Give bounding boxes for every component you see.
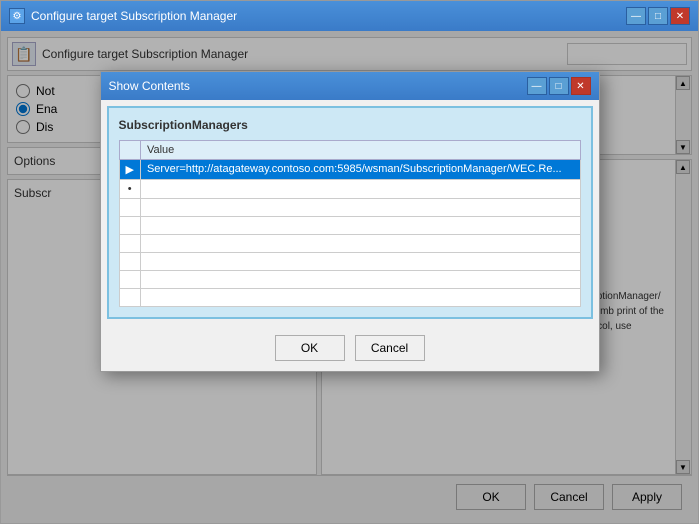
table-row[interactable]: • [119,180,580,199]
modal-table: Value ▶ Server=http://atagateway.contoso… [119,140,581,307]
row-arrow-2: • [119,180,140,199]
table-row-empty-1[interactable] [119,199,580,217]
modal-maximize-button[interactable]: □ [549,77,569,95]
modal-title: Show Contents [109,79,190,93]
row-value-empty4 [140,253,580,271]
main-content: 📋 Configure target Subscription Manager … [1,31,698,523]
app-icon: ⚙ [9,8,25,24]
title-controls: — □ ✕ [626,7,690,25]
title-bar-left: ⚙ Configure target Subscription Manager [9,8,237,24]
modal-footer: OK Cancel [101,325,599,371]
table-arrow-header [119,141,140,160]
show-contents-modal: Show Contents — □ ✕ SubscriptionManagers [100,71,600,372]
row-value-empty1 [140,199,580,217]
table-row-empty-2[interactable] [119,217,580,235]
table-row-empty-3[interactable] [119,235,580,253]
maximize-button[interactable]: □ [648,7,668,25]
row-arrow-empty1 [119,199,140,217]
modal-minimize-button[interactable]: — [527,77,547,95]
table-row[interactable]: ▶ Server=http://atagateway.contoso.com:5… [119,160,580,180]
row-value-2 [140,180,580,199]
row-arrow-empty4 [119,253,140,271]
row-value-empty6 [140,289,580,307]
table-row-empty-6[interactable] [119,289,580,307]
modal-controls: — □ ✕ [527,77,591,95]
modal-close-button[interactable]: ✕ [571,77,591,95]
row-arrow-1: ▶ [119,160,140,180]
row-arrow-empty2 [119,217,140,235]
table-row-empty-4[interactable] [119,253,580,271]
modal-section-title: SubscriptionManagers [119,118,581,132]
row-value-1: Server=http://atagateway.contoso.com:598… [140,160,580,180]
main-title: Configure target Subscription Manager [31,9,237,23]
main-window: ⚙ Configure target Subscription Manager … [0,0,699,524]
table-value-header: Value [140,141,580,160]
row-arrow-empty3 [119,235,140,253]
modal-ok-button[interactable]: OK [275,335,345,361]
row-value-empty3 [140,235,580,253]
row-value-empty5 [140,271,580,289]
close-button[interactable]: ✕ [670,7,690,25]
row-value-empty2 [140,217,580,235]
modal-body: SubscriptionManagers Value ▶ [107,106,593,319]
row-arrow-empty6 [119,289,140,307]
row-arrow-empty5 [119,271,140,289]
main-title-bar: ⚙ Configure target Subscription Manager … [1,1,698,31]
modal-cancel-button[interactable]: Cancel [355,335,425,361]
table-row-empty-5[interactable] [119,271,580,289]
minimize-button[interactable]: — [626,7,646,25]
modal-overlay: Show Contents — □ ✕ SubscriptionManagers [1,31,698,523]
modal-title-bar: Show Contents — □ ✕ [101,72,599,100]
